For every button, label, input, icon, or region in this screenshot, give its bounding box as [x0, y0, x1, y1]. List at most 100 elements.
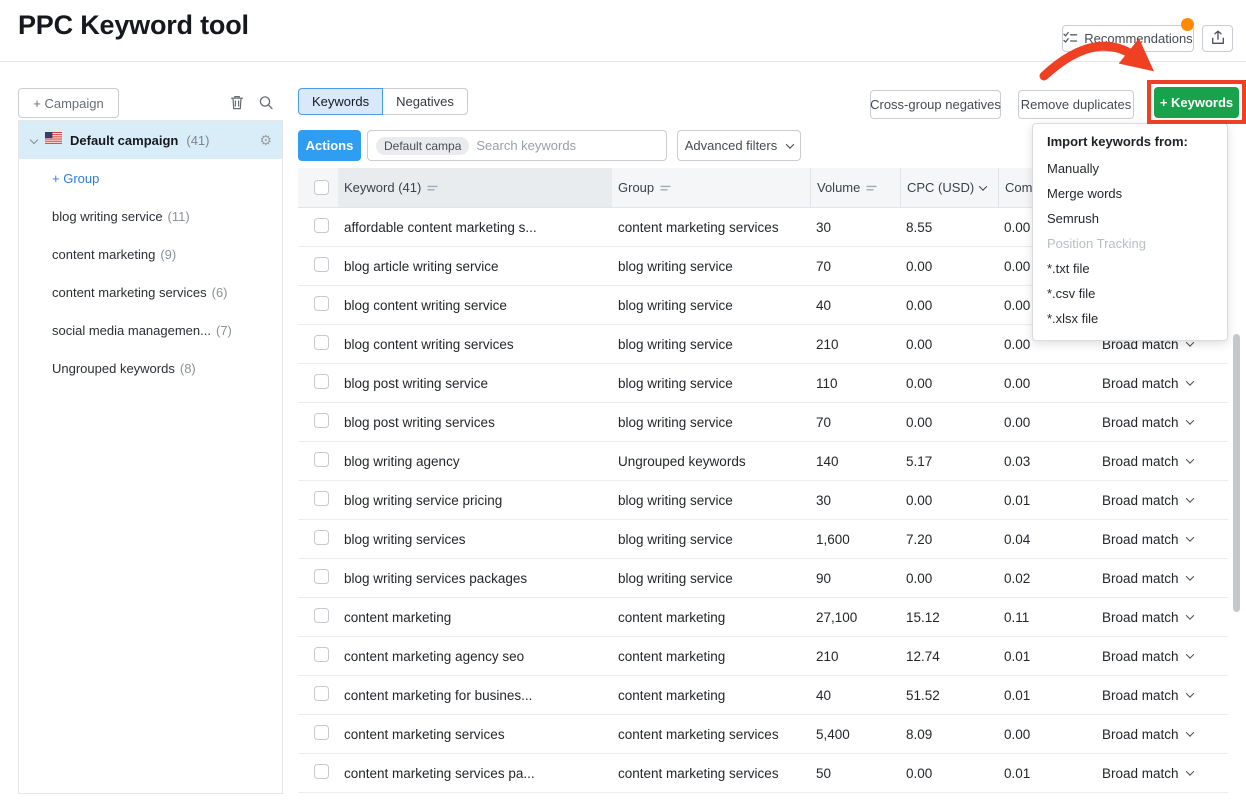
import-menu-item[interactable]: *.txt file — [1033, 256, 1227, 281]
sidebar-group-item[interactable]: blog writing service (11) — [19, 197, 282, 235]
view-tabs: Keywords Negatives — [298, 88, 468, 115]
cell-group: content marketing services — [612, 220, 810, 235]
cell-group: blog writing service — [612, 493, 810, 508]
add-campaign-button[interactable]: + Campaign — [18, 88, 119, 118]
cell-keyword: blog post writing service — [338, 376, 612, 391]
cell-volume: 5,400 — [810, 727, 900, 742]
row-checkbox[interactable] — [314, 335, 329, 350]
cell-cpc: 0.00 — [900, 571, 998, 586]
column-header-group[interactable]: Group — [612, 168, 810, 207]
cell-keyword: blog writing services packages — [338, 571, 612, 586]
recommendations-button[interactable]: Recommendations — [1062, 25, 1194, 52]
add-keywords-button[interactable]: + Keywords — [1154, 87, 1239, 118]
sidebar-group-item[interactable]: content marketing services (6) — [19, 273, 282, 311]
advanced-filters-button[interactable]: Advanced filters — [677, 130, 801, 161]
chevron-down-icon[interactable] — [30, 136, 38, 144]
row-checkbox[interactable] — [314, 764, 329, 779]
row-checkbox[interactable] — [314, 530, 329, 545]
match-type-dropdown[interactable]: Broad match — [1088, 727, 1228, 742]
import-menu-item[interactable]: *.xlsx file — [1033, 306, 1227, 331]
import-menu-item[interactable]: *.csv file — [1033, 281, 1227, 306]
match-type-dropdown[interactable]: Broad match — [1088, 649, 1228, 664]
tab-keywords[interactable]: Keywords — [298, 88, 383, 115]
gear-icon[interactable]: ⚙ — [259, 133, 272, 147]
checklist-icon — [1063, 31, 1078, 47]
sidebar-group-item[interactable]: Ungrouped keywords (8) — [19, 349, 282, 387]
row-checkbox[interactable] — [314, 725, 329, 740]
match-type-dropdown[interactable]: Broad match — [1088, 766, 1228, 781]
table-row: content marketing agency seo content mar… — [298, 637, 1228, 676]
sidebar-search-icon[interactable] — [258, 94, 274, 114]
column-header-cpc[interactable]: CPC (USD) — [900, 168, 998, 207]
import-menu-item[interactable]: Merge words — [1033, 181, 1227, 206]
cell-group: blog writing service — [612, 571, 810, 586]
table-row: blog writing services packages blog writ… — [298, 559, 1228, 598]
match-type-dropdown[interactable]: Broad match — [1088, 376, 1228, 391]
sort-icon — [427, 180, 438, 195]
campaign-name: Default campaign — [70, 133, 178, 148]
vertical-scrollbar[interactable] — [1233, 334, 1240, 612]
match-type-dropdown[interactable]: Broad match — [1088, 493, 1228, 508]
column-header-keyword[interactable]: Keyword (41) — [338, 168, 612, 207]
remove-duplicates-button[interactable]: Remove duplicates — [1018, 90, 1134, 119]
sort-icon — [866, 180, 877, 195]
cell-keyword: blog post writing services — [338, 415, 612, 430]
cell-cpc: 0.00 — [900, 298, 998, 313]
row-checkbox[interactable] — [314, 218, 329, 233]
cell-volume: 70 — [810, 415, 900, 430]
match-type-dropdown[interactable]: Broad match — [1088, 415, 1228, 430]
select-all-checkbox[interactable] — [314, 180, 329, 195]
row-checkbox[interactable] — [314, 569, 329, 584]
cell-competition: 0.01 — [998, 493, 1088, 508]
cell-cpc: 0.00 — [900, 376, 998, 391]
cross-group-negatives-button[interactable]: Cross-group negatives — [870, 90, 1001, 119]
trash-icon[interactable] — [229, 94, 245, 114]
import-menu-item[interactable]: Manually — [1033, 156, 1227, 181]
cell-cpc: 0.00 — [900, 259, 998, 274]
row-checkbox[interactable] — [314, 491, 329, 506]
cell-cpc: 15.12 — [900, 610, 998, 625]
add-group-link[interactable]: + Group — [19, 159, 282, 197]
row-checkbox[interactable] — [314, 257, 329, 272]
match-type-dropdown[interactable]: Broad match — [1088, 610, 1228, 625]
cell-group: Ungrouped keywords — [612, 454, 810, 469]
keyword-search-box[interactable]: Default campa — [367, 130, 667, 161]
search-keywords-input[interactable] — [476, 138, 658, 153]
row-checkbox[interactable] — [314, 686, 329, 701]
header-divider — [0, 61, 1246, 62]
sidebar-item-default-campaign[interactable]: Default campaign (41) ⚙ — [19, 121, 282, 159]
row-checkbox[interactable] — [314, 374, 329, 389]
cell-keyword: blog article writing service — [338, 259, 612, 274]
row-checkbox[interactable] — [314, 413, 329, 428]
actions-button[interactable]: Actions — [298, 130, 361, 161]
export-button[interactable] — [1202, 25, 1233, 52]
cell-competition: 0.00 — [998, 376, 1088, 391]
cell-volume: 90 — [810, 571, 900, 586]
cell-group: content marketing — [612, 688, 810, 703]
column-header-volume[interactable]: Volume — [810, 168, 900, 207]
chevron-down-icon — [1185, 728, 1193, 736]
match-type-dropdown[interactable]: Broad match — [1088, 571, 1228, 586]
match-type-dropdown[interactable]: Broad match — [1088, 688, 1228, 703]
chevron-down-icon — [1185, 377, 1193, 385]
sidebar-group-item[interactable]: social media managemen... (7) — [19, 311, 282, 349]
chevron-down-icon — [1185, 689, 1193, 697]
match-type-dropdown[interactable]: Broad match — [1088, 454, 1228, 469]
cell-cpc: 0.00 — [900, 337, 998, 352]
cell-group: content marketing services — [612, 766, 810, 781]
row-checkbox[interactable] — [314, 452, 329, 467]
chevron-down-icon — [786, 140, 794, 148]
match-type-dropdown[interactable]: Broad match — [1088, 532, 1228, 547]
sidebar-group-item[interactable]: content marketing (9) — [19, 235, 282, 273]
import-menu-item[interactable]: Semrush — [1033, 206, 1227, 231]
cell-competition: 0.01 — [998, 688, 1088, 703]
row-checkbox[interactable] — [314, 608, 329, 623]
cell-competition: 0.01 — [998, 766, 1088, 781]
chevron-down-icon — [1185, 767, 1193, 775]
cell-cpc: 0.00 — [900, 766, 998, 781]
row-checkbox[interactable] — [314, 647, 329, 662]
cell-keyword: blog writing agency — [338, 454, 612, 469]
tab-negatives[interactable]: Negatives — [382, 88, 468, 115]
campaign-filter-tag[interactable]: Default campa — [376, 137, 469, 155]
row-checkbox[interactable] — [314, 296, 329, 311]
